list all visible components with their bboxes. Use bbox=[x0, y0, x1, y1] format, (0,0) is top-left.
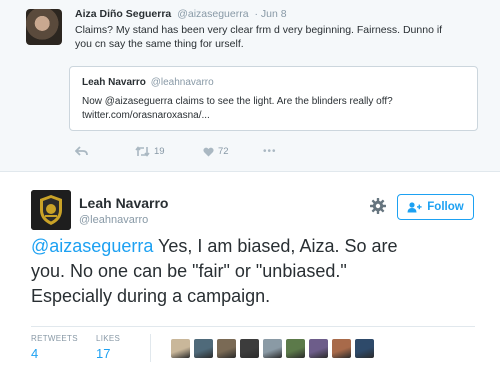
shield-logo-icon bbox=[31, 190, 71, 230]
tweet-text: @aizaseguerra Yes, I am biased, Aiza. So… bbox=[31, 234, 471, 309]
tweet-text-segment: Yes, I am biased, Aiza. So are bbox=[153, 236, 398, 256]
retweets-stat[interactable]: RETWEETS 4 bbox=[31, 334, 78, 361]
quoted-text-line: Now @aizaseguerra claims to see the ligh… bbox=[82, 96, 393, 107]
retweet-count: 19 bbox=[154, 146, 165, 157]
tweet-date[interactable]: · Jun 8 bbox=[255, 8, 287, 20]
liker-avatar[interactable] bbox=[263, 339, 282, 358]
liker-avatars bbox=[171, 339, 378, 358]
liker-avatar[interactable] bbox=[171, 339, 190, 358]
follow-label: Follow bbox=[427, 201, 464, 213]
tweet-text-line: you. No one can be "fair" or "unbiased." bbox=[31, 261, 347, 281]
follow-button[interactable]: Follow bbox=[397, 194, 474, 220]
liker-avatar[interactable] bbox=[332, 339, 351, 358]
author-name[interactable]: Aiza Diño Seguerra bbox=[75, 8, 171, 20]
tweet-text-line: you cn say the same thing for urself. bbox=[75, 38, 244, 50]
liker-avatar[interactable] bbox=[240, 339, 259, 358]
liker-avatar[interactable] bbox=[309, 339, 328, 358]
author-handle[interactable]: @aizaseguerra bbox=[177, 8, 248, 20]
liker-avatar[interactable] bbox=[355, 339, 374, 358]
liker-avatar[interactable] bbox=[194, 339, 213, 358]
add-person-icon bbox=[407, 201, 422, 212]
liker-avatar[interactable] bbox=[286, 339, 305, 358]
likes-value: 17 bbox=[96, 346, 111, 361]
mention-link[interactable]: @aizaseguerra bbox=[31, 236, 153, 256]
like-button[interactable]: 72 bbox=[203, 146, 229, 157]
reply-button[interactable] bbox=[75, 146, 88, 157]
top-tweet: Aiza Diño Seguerra @aizaseguerra · Jun 8… bbox=[0, 0, 500, 172]
quoted-author-handle: @leahnavarro bbox=[150, 77, 214, 88]
quoted-tweet[interactable]: Leah Navarro @leahnavarro Now @aizasegue… bbox=[69, 66, 478, 131]
heart-icon bbox=[203, 147, 214, 156]
retweets-value: 4 bbox=[31, 346, 39, 361]
tweet-text-line: Especially during a campaign. bbox=[31, 286, 271, 306]
tweet-header: Aiza Diño Seguerra @aizaseguerra · Jun 8 bbox=[75, 8, 287, 20]
likes-label: LIKES bbox=[96, 334, 121, 343]
like-count: 72 bbox=[218, 146, 229, 157]
reply-icon bbox=[75, 146, 88, 156]
quoted-text-line: twitter.com/orasnaroxasna/... bbox=[82, 110, 210, 121]
quoted-tweet-text: Now @aizaseguerra claims to see the ligh… bbox=[82, 95, 472, 123]
retweet-icon bbox=[135, 146, 150, 157]
avatar[interactable] bbox=[26, 9, 62, 45]
author-name[interactable]: Leah Navarro bbox=[79, 195, 168, 211]
retweet-button[interactable]: 19 bbox=[135, 146, 165, 157]
retweets-label: RETWEETS bbox=[31, 334, 78, 343]
gear-icon[interactable] bbox=[369, 197, 387, 215]
divider bbox=[31, 326, 475, 327]
tweet-text: Claims? My stand has been very clear frm… bbox=[75, 23, 480, 51]
divider bbox=[150, 334, 151, 362]
likes-stat[interactable]: LIKES 17 bbox=[96, 334, 120, 361]
author-handle[interactable]: @leahnavarro bbox=[79, 214, 148, 226]
quoted-author-name: Leah Navarro bbox=[82, 77, 146, 88]
quoted-tweet-header: Leah Navarro @leahnavarro bbox=[82, 77, 214, 88]
tweet-text-line: Claims? My stand has been very clear frm… bbox=[75, 24, 443, 36]
liker-avatar[interactable] bbox=[217, 339, 236, 358]
more-button[interactable]: ••• bbox=[263, 146, 277, 157]
avatar[interactable] bbox=[31, 190, 71, 230]
more-icon: ••• bbox=[263, 146, 277, 157]
tweet-text-line: @aizaseguerra Yes, I am biased, Aiza. So… bbox=[31, 234, 471, 259]
